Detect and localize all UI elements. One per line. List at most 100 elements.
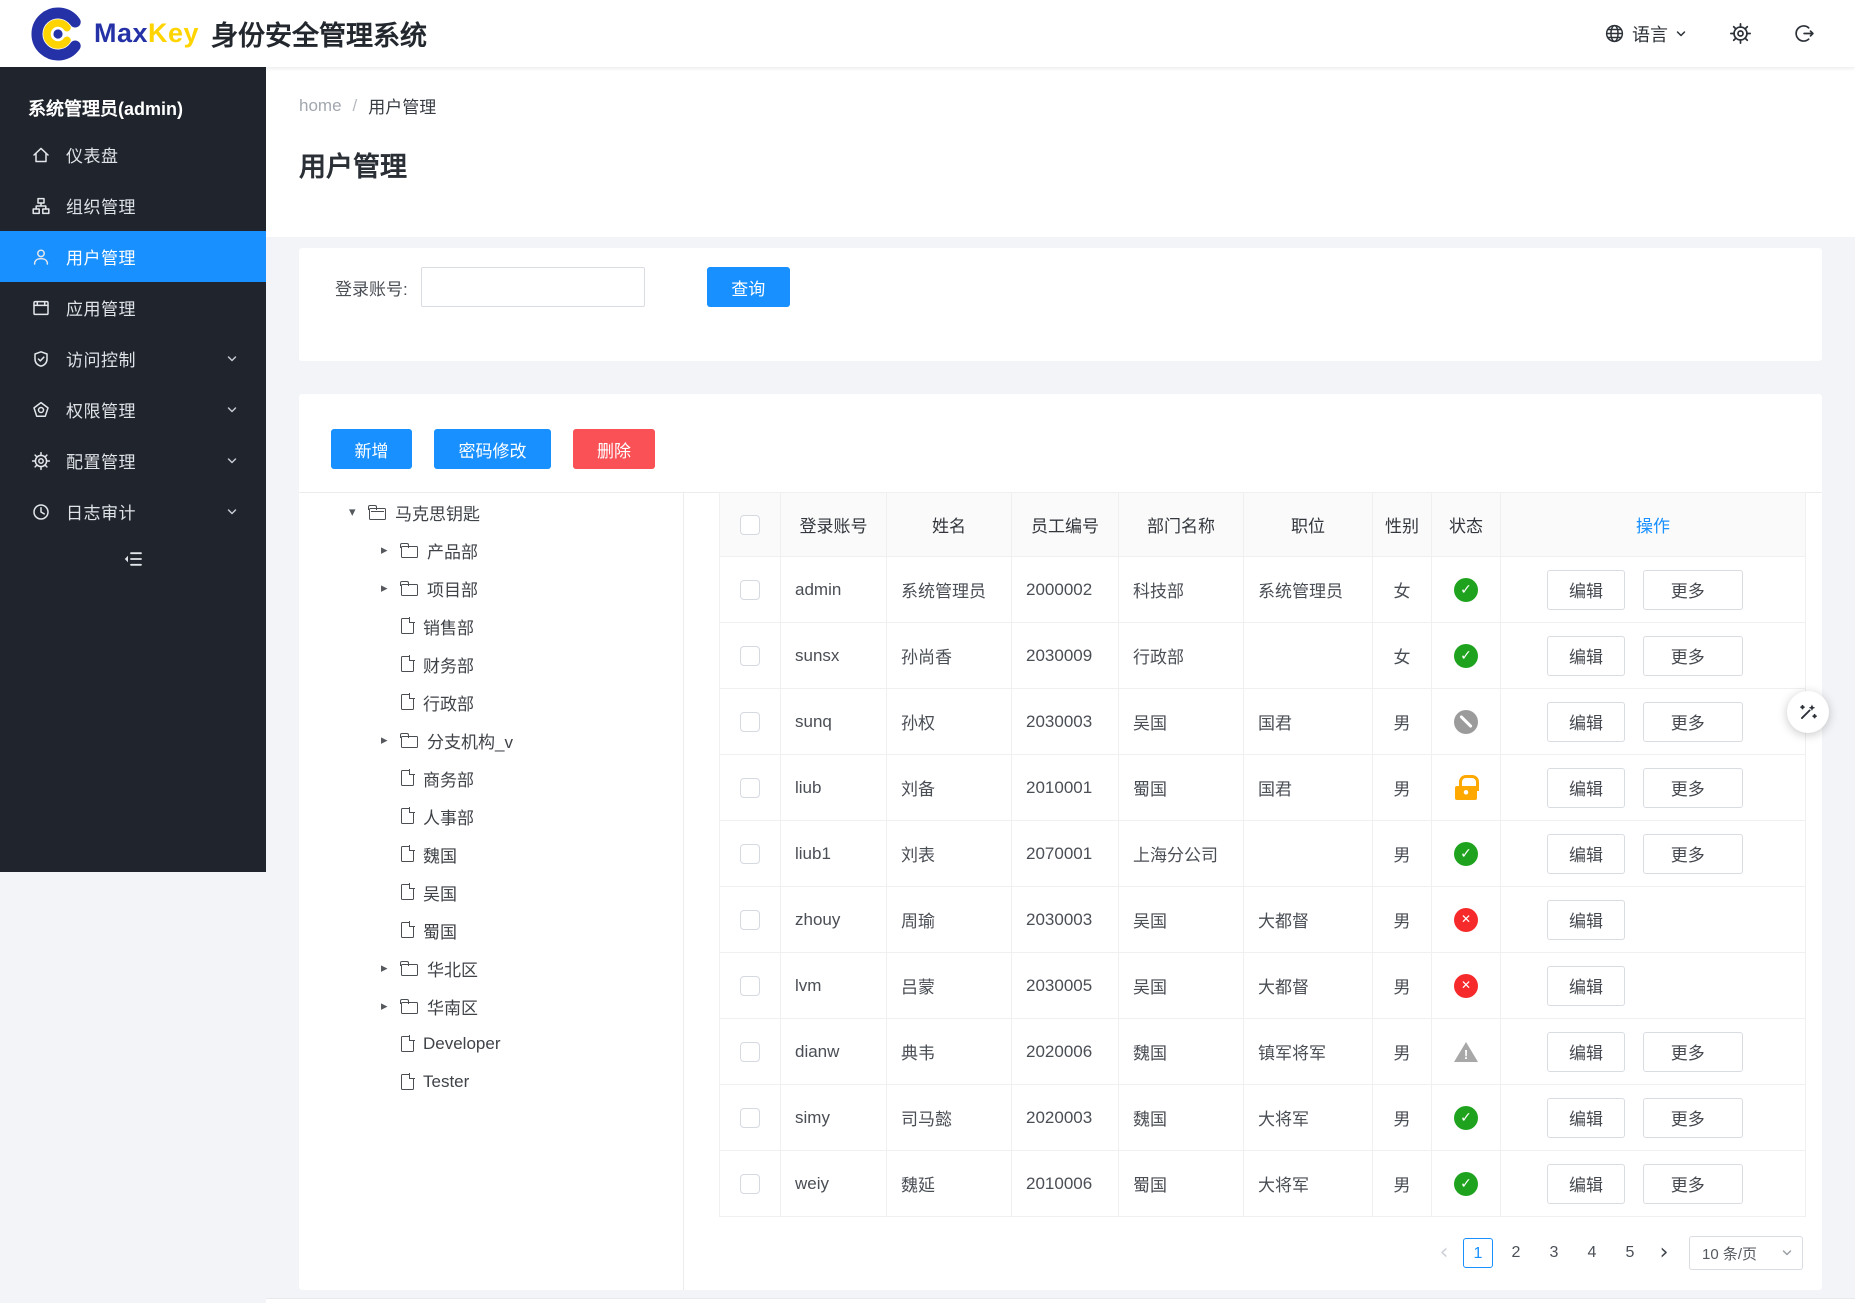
tree-node[interactable]: 商务部 (299, 759, 683, 797)
change-password-button[interactable]: 密码修改 (434, 429, 551, 469)
breadcrumb: home / 用户管理 (266, 67, 1855, 118)
row-checkbox[interactable] (740, 778, 760, 798)
row-checkbox[interactable] (740, 580, 760, 600)
tree-node[interactable]: 财务部 (299, 645, 683, 683)
row-checkbox[interactable] (740, 712, 760, 732)
status-inactive-icon (1454, 974, 1478, 998)
cell-name: 吕蒙 (901, 978, 935, 997)
tree-node[interactable]: 魏国 (299, 835, 683, 873)
tree-caret-icon[interactable]: ▸ (381, 580, 401, 596)
row-checkbox[interactable] (740, 910, 760, 930)
tree-node[interactable]: 人事部 (299, 797, 683, 835)
edit-button[interactable]: 编辑 (1547, 702, 1625, 742)
table-row: admin 系统管理员 2000002 科技部 系统管理员 女 编辑 更多 (720, 557, 1806, 623)
more-button[interactable]: 更多 (1643, 834, 1743, 874)
more-button[interactable]: 更多 (1643, 768, 1743, 808)
row-checkbox[interactable] (740, 1108, 760, 1128)
shield-icon (31, 349, 51, 369)
edit-button[interactable]: 编辑 (1547, 636, 1625, 676)
page-4[interactable]: 4 (1577, 1238, 1607, 1268)
tree-caret-icon[interactable]: ▸ (381, 960, 401, 976)
cell-employee-id: 2030003 (1026, 910, 1092, 929)
tree-node[interactable]: ▸ 华北区 (299, 949, 683, 987)
edit-button[interactable]: 编辑 (1547, 900, 1625, 940)
cell-employee-id: 2020006 (1026, 1042, 1092, 1061)
more-button[interactable]: 更多 (1643, 1098, 1743, 1138)
cell-employee-id: 2010001 (1026, 778, 1092, 797)
page-3[interactable]: 3 (1539, 1238, 1569, 1268)
tree-node[interactable]: Tester (299, 1063, 683, 1101)
cell-account: liub (795, 778, 821, 797)
clock-icon (31, 502, 51, 522)
tree-node[interactable]: 行政部 (299, 683, 683, 721)
account-input[interactable] (421, 267, 645, 307)
theme-widget-button[interactable] (1787, 691, 1829, 733)
sidebar-item-organizations[interactable]: 组织管理 (0, 180, 266, 231)
more-button[interactable]: 更多 (1643, 570, 1743, 610)
next-page-button[interactable]: › (1655, 1238, 1673, 1268)
tree-node[interactable]: ▾ 马克思钥匙 (299, 493, 683, 531)
tree-node[interactable]: ▸ 产品部 (299, 531, 683, 569)
edit-button[interactable]: 编辑 (1547, 1032, 1625, 1072)
edit-button[interactable]: 编辑 (1547, 834, 1625, 874)
tree-caret-icon[interactable]: ▸ (381, 732, 401, 748)
sidebar-item-access-control[interactable]: 访问控制 (0, 333, 266, 384)
more-button[interactable]: 更多 (1643, 636, 1743, 676)
tree-node[interactable]: ▸ 分支机构_v (299, 721, 683, 759)
tree-node[interactable]: Developer (299, 1025, 683, 1063)
cell-department: 行政部 (1133, 648, 1184, 667)
status-active-icon (1454, 578, 1478, 602)
tree-caret-icon[interactable]: ▾ (349, 504, 369, 520)
tree-node-label: 魏国 (423, 842, 457, 867)
select-all-checkbox[interactable] (740, 515, 760, 535)
edit-button[interactable]: 编辑 (1547, 570, 1625, 610)
edit-button[interactable]: 编辑 (1547, 768, 1625, 808)
page-2[interactable]: 2 (1501, 1238, 1531, 1268)
settings-button[interactable] (1729, 22, 1752, 45)
more-button[interactable]: 更多 (1643, 702, 1743, 742)
logout-button[interactable] (1794, 23, 1815, 44)
sidebar-item-audit-log[interactable]: 日志审计 (0, 486, 266, 537)
row-checkbox[interactable] (740, 1042, 760, 1062)
cell-account: sunsx (795, 646, 839, 665)
sidebar-item-dashboard[interactable]: 仪表盘 (0, 129, 266, 180)
sidebar-item-users[interactable]: 用户管理 (0, 231, 266, 282)
tree-node[interactable]: 蜀国 (299, 911, 683, 949)
tree-node[interactable]: 吴国 (299, 873, 683, 911)
cell-account: weiy (795, 1174, 829, 1193)
more-button[interactable]: 更多 (1643, 1164, 1743, 1204)
tree-caret-icon[interactable]: ▸ (381, 542, 401, 558)
row-checkbox[interactable] (740, 844, 760, 864)
page-size-select[interactable]: 10 条/页 (1689, 1236, 1803, 1270)
sidebar-item-applications[interactable]: 应用管理 (0, 282, 266, 333)
col-department: 部门名称 (1119, 493, 1244, 557)
file-icon (401, 1074, 414, 1090)
header-actions: 语言 (1604, 21, 1855, 47)
sidebar-item-label: 访问控制 (66, 346, 136, 371)
collapse-sidebar-button[interactable] (0, 549, 266, 569)
row-checkbox[interactable] (740, 976, 760, 996)
query-button[interactable]: 查询 (707, 267, 790, 307)
tree-node[interactable]: ▸ 项目部 (299, 569, 683, 607)
edit-button[interactable]: 编辑 (1547, 1164, 1625, 1204)
page-5[interactable]: 5 (1615, 1238, 1645, 1268)
cell-name: 孙权 (901, 714, 935, 733)
current-user-label: 系统管理员(admin) (0, 67, 266, 119)
add-button[interactable]: 新增 (331, 429, 412, 469)
tree-node[interactable]: 销售部 (299, 607, 683, 645)
page-1[interactable]: 1 (1463, 1238, 1493, 1268)
tree-node[interactable]: ▸ 华南区 (299, 987, 683, 1025)
row-checkbox[interactable] (740, 646, 760, 666)
tree-node-label: Tester (423, 1072, 469, 1092)
sidebar-item-permissions[interactable]: 权限管理 (0, 384, 266, 435)
tree-caret-icon[interactable]: ▸ (381, 998, 401, 1014)
language-menu[interactable]: 语言 (1604, 21, 1687, 47)
prev-page-button[interactable]: ‹ (1435, 1238, 1453, 1268)
sidebar-item-configuration[interactable]: 配置管理 (0, 435, 266, 486)
edit-button[interactable]: 编辑 (1547, 1098, 1625, 1138)
more-button[interactable]: 更多 (1643, 1032, 1743, 1072)
breadcrumb-home[interactable]: home (299, 96, 342, 116)
row-checkbox[interactable] (740, 1174, 760, 1194)
edit-button[interactable]: 编辑 (1547, 966, 1625, 1006)
delete-button[interactable]: 删除 (573, 429, 655, 469)
